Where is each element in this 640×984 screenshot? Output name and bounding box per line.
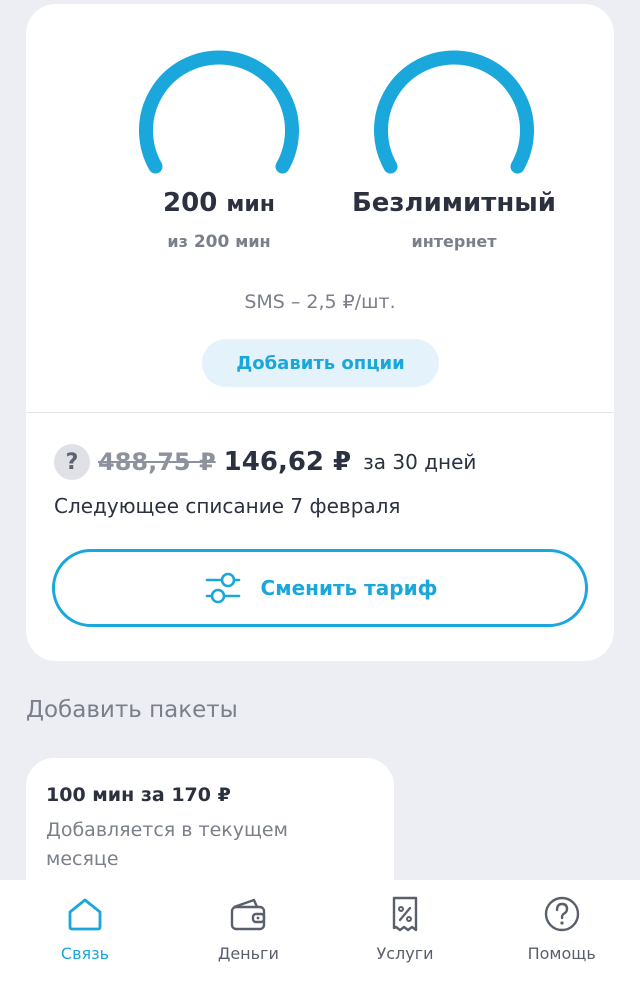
- nav-item-money[interactable]: Деньги: [170, 880, 327, 984]
- price-row: ? 488,75 ₽ 146,62 ₽ за 30 дней: [54, 444, 476, 480]
- nav-label-services: Услуги: [376, 944, 434, 963]
- next-charge-date: Следующее списание 7 февраля: [54, 494, 401, 518]
- internet-gauge[interactable]: [369, 40, 539, 180]
- sms-price: SMS – 2,5 ₽/шт.: [244, 291, 396, 313]
- packages-section-title: Добавить пакеты: [26, 697, 238, 723]
- nav-item-services[interactable]: Услуги: [327, 880, 484, 984]
- minutes-total: из 200 мин: [99, 232, 339, 252]
- sliders-icon: [203, 568, 243, 608]
- minutes-total-unit: мин: [235, 232, 271, 251]
- nav-label-money: Деньги: [217, 944, 279, 963]
- minutes-remaining: 200 мин: [99, 188, 339, 218]
- package-description: Добавляется в текущем месяце: [46, 819, 288, 870]
- minutes-gauge[interactable]: [134, 40, 304, 180]
- card-divider: [26, 412, 614, 413]
- price-period: за 30 дней: [363, 450, 477, 474]
- nav-item-connection[interactable]: Связь: [0, 880, 170, 984]
- nav-label-help: Помощь: [527, 944, 596, 963]
- help-circle-icon: [540, 892, 584, 936]
- new-price: 146,62 ₽: [223, 447, 352, 477]
- receipt-percent-icon: [383, 892, 427, 936]
- nav-label-connection: Связь: [60, 944, 110, 963]
- minutes-unit: мин: [226, 192, 275, 217]
- minutes-total-prefix: из: [167, 232, 188, 251]
- old-price: 488,75 ₽: [98, 448, 216, 476]
- package-title: 100 мин за 170 ₽: [46, 784, 231, 806]
- minutes-total-value: 200: [193, 232, 230, 252]
- change-tariff-label: Сменить тариф: [260, 576, 438, 600]
- nav-item-help[interactable]: Помощь: [483, 880, 640, 984]
- internet-subtitle: интернет: [411, 232, 497, 251]
- minutes-gauge-arc: [139, 50, 299, 174]
- price-help-icon[interactable]: ?: [54, 444, 90, 480]
- home-icon: [63, 892, 107, 936]
- internet-title: Безлимитный: [351, 188, 557, 218]
- wallet-icon: [226, 892, 270, 936]
- bottom-nav: Связь Деньги Услуги Помощь: [0, 880, 640, 984]
- change-tariff-button[interactable]: Сменить тариф: [52, 549, 588, 627]
- tariff-card: 200 мин из 200 мин Безлимитный интернет …: [26, 4, 614, 661]
- internet-gauge-arc: [374, 50, 534, 174]
- minutes-value: 200: [163, 188, 218, 218]
- add-options-button[interactable]: Добавить опции: [202, 339, 439, 387]
